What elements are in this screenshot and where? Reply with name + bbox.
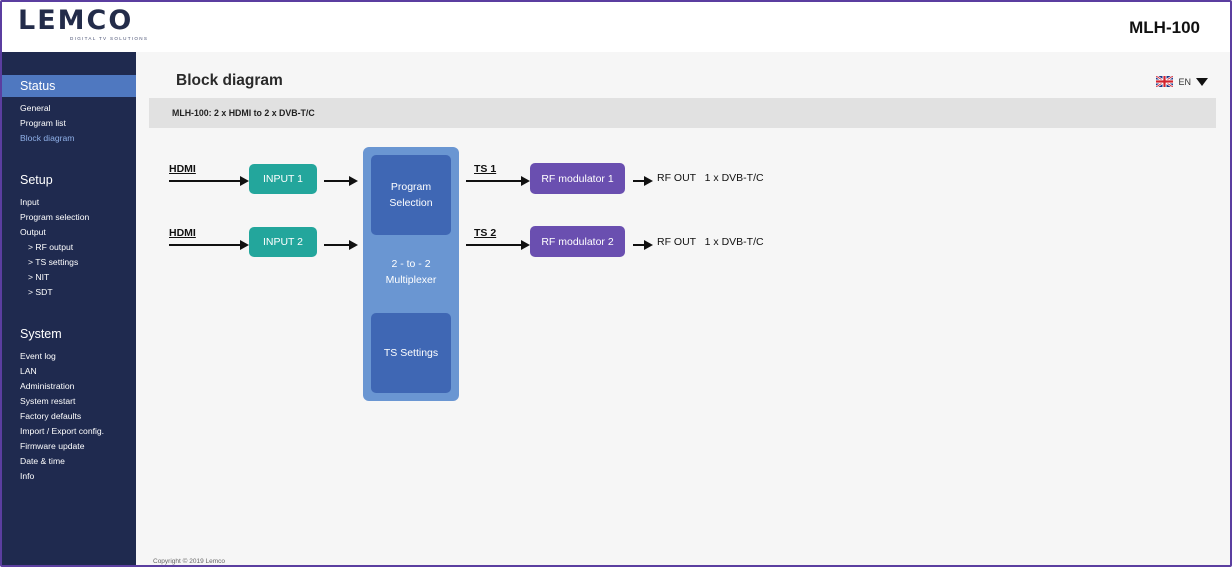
arrow-modulator-1-to-output [633, 176, 653, 186]
input-1-block: INPUT 1 [249, 164, 317, 194]
arrow-ts-1-to-modulator-1 [466, 176, 530, 186]
sidebar-item-sdt[interactable]: > SDT [20, 285, 136, 300]
block-diagram: HDMI INPUT 1 HDMI INPUT 2 Program Select… [136, 52, 1230, 565]
lemco-logo[interactable]: LEMCO DIGITAL TV SOLUTIONS [18, 5, 158, 42]
sidebar-section-setup[interactable]: Setup [2, 169, 136, 191]
multiplexer-ratio: 2 - to - 2 [391, 258, 431, 270]
sidebar-item-import-export-config[interactable]: Import / Export config. [20, 424, 136, 439]
arrow-input-1-to-mux [324, 176, 358, 186]
system-nav-list: Event log LAN Administration System rest… [20, 349, 136, 484]
logo-tagline: DIGITAL TV SOLUTIONS [70, 36, 149, 41]
rf-modulator-2-block: RF modulator 2 [530, 226, 625, 257]
rf-out-1-label: RF OUT 1 x DVB-T/C [657, 172, 764, 184]
program-selection-block: Program Selection [371, 155, 451, 235]
logo-wordmark: LEMCO [18, 5, 134, 36]
app-window: LEMCO DIGITAL TV SOLUTIONS MLH-100 Statu… [0, 0, 1232, 567]
sidebar-section-system[interactable]: System [2, 323, 136, 345]
top-header: LEMCO DIGITAL TV SOLUTIONS MLH-100 [2, 2, 1230, 52]
sidebar-item-ts-settings[interactable]: > TS settings [20, 255, 136, 270]
sidebar-item-date-time[interactable]: Date & time [20, 454, 136, 469]
arrow-modulator-2-to-output [633, 240, 653, 250]
sidebar-item-block-diagram[interactable]: Block diagram [20, 131, 136, 146]
sidebar-section-status[interactable]: Status [2, 75, 136, 97]
model-name: MLH-100 [1129, 18, 1200, 37]
copyright-footer: Copyright © 2019 Lemco [153, 558, 225, 565]
sidebar-item-program-selection[interactable]: Program selection [20, 210, 136, 225]
sidebar-item-output[interactable]: Output [20, 225, 136, 240]
sidebar-item-info[interactable]: Info [20, 469, 136, 484]
sidebar-item-event-log[interactable]: Event log [20, 349, 136, 364]
ts-2-label: TS 2 [474, 227, 497, 239]
status-nav-list: General Program list Block diagram [20, 101, 136, 146]
arrow-input-2-to-mux [324, 240, 358, 250]
sidebar-item-input[interactable]: Input [20, 195, 136, 210]
rf-modulator-1-block: RF modulator 1 [530, 163, 625, 194]
main-content: Block diagram EN MLH-100: 2 x HDMI to 2 … [136, 52, 1230, 565]
arrow-hdmi-to-input-2 [169, 240, 249, 250]
setup-nav-list: Input Program selection Output > RF outp… [20, 195, 136, 300]
ts-1-label: TS 1 [474, 163, 497, 175]
multiplexer-title: Multiplexer [385, 274, 437, 286]
sidebar-item-general[interactable]: General [20, 101, 136, 116]
sidebar-item-lan[interactable]: LAN [20, 364, 136, 379]
sidebar-item-nit[interactable]: > NIT [20, 270, 136, 285]
arrow-hdmi-to-input-1 [169, 176, 249, 186]
ts-settings-block: TS Settings [371, 313, 451, 393]
sidebar-item-system-restart[interactable]: System restart [20, 394, 136, 409]
sidebar-item-administration[interactable]: Administration [20, 379, 136, 394]
sidebar-item-rf-output[interactable]: > RF output [20, 240, 136, 255]
sidebar-item-firmware-update[interactable]: Firmware update [20, 439, 136, 454]
multiplexer-block: Program Selection 2 - to - 2 Multiplexer… [363, 147, 459, 401]
rf-out-2-label: RF OUT 1 x DVB-T/C [657, 236, 764, 248]
sidebar: Status General Program list Block diagra… [2, 52, 136, 565]
sidebar-item-factory-defaults[interactable]: Factory defaults [20, 409, 136, 424]
hdmi-input-label-1: HDMI [169, 163, 196, 175]
multiplexer-label: 2 - to - 2 Multiplexer [363, 256, 459, 288]
arrow-ts-2-to-modulator-2 [466, 240, 530, 250]
input-2-block: INPUT 2 [249, 227, 317, 257]
hdmi-input-label-2: HDMI [169, 227, 196, 239]
sidebar-item-program-list[interactable]: Program list [20, 116, 136, 131]
